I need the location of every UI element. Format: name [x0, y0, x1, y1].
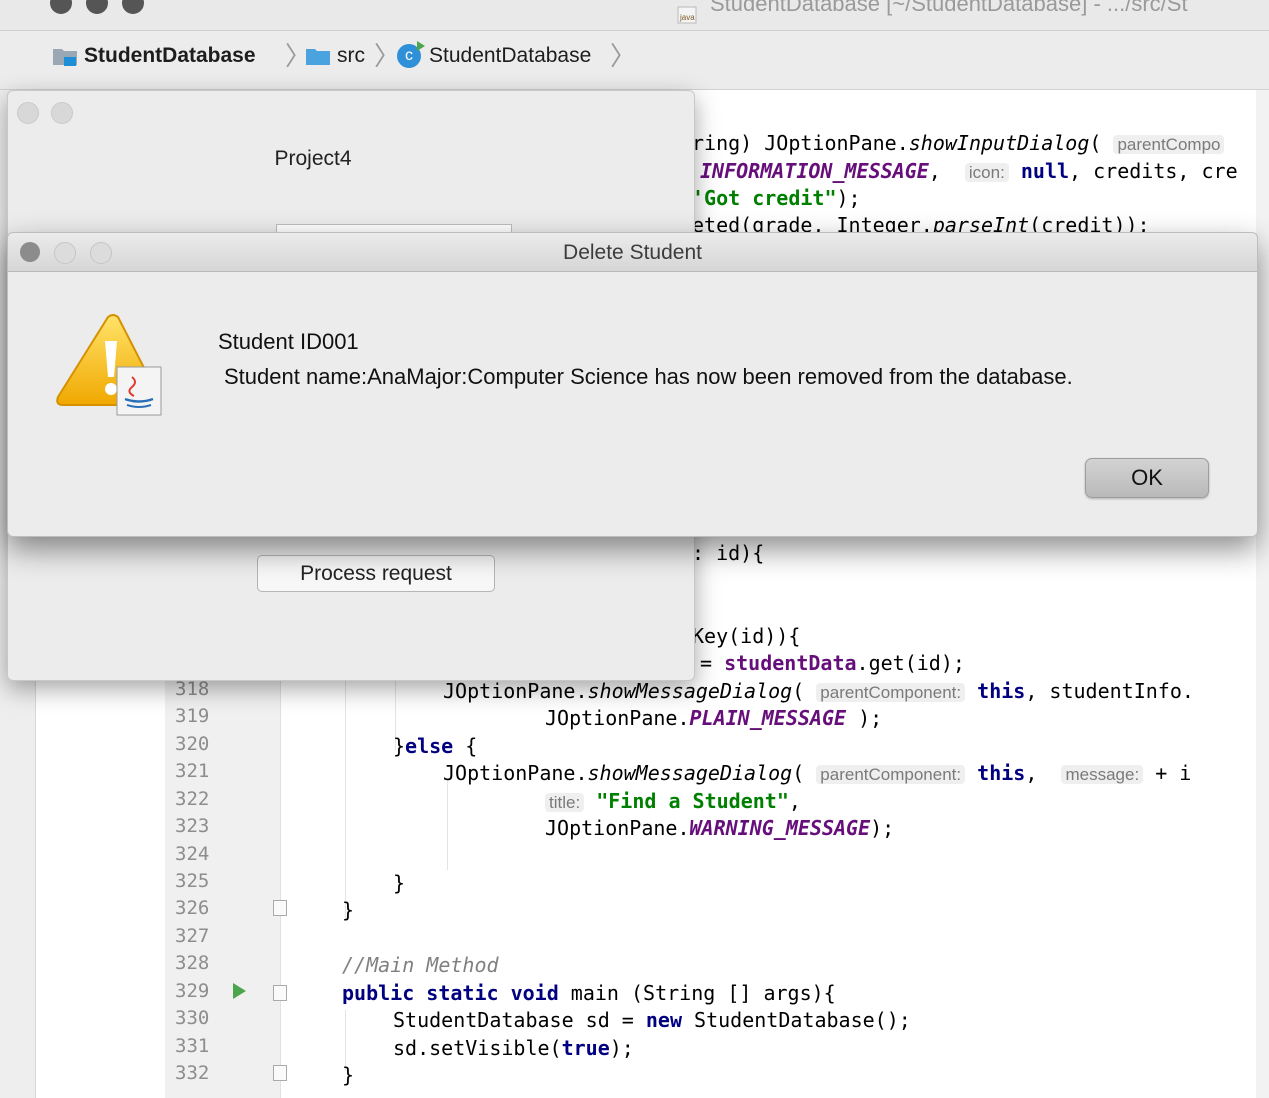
- breadcrumb-project-label: StudentDatabase: [84, 44, 256, 67]
- code-line-325[interactable]: }: [393, 870, 405, 897]
- code-line-329[interactable]: public static void main (String [] args)…: [342, 980, 836, 1007]
- line-number: 325: [175, 870, 210, 892]
- code-line-328[interactable]: //Main Method: [342, 952, 499, 979]
- line-number: 321: [175, 760, 210, 782]
- code-fragment: ring) JOptionPane.showInputDialog( paren…: [692, 130, 1225, 158]
- src-folder-icon: [305, 46, 331, 66]
- line-number: 332: [175, 1062, 210, 1084]
- code-line-326[interactable]: }: [342, 897, 354, 924]
- code-fragment: Key(id)){: [692, 624, 801, 648]
- code-fragment: 'Got credit");: [692, 186, 861, 210]
- line-number: 331: [175, 1035, 210, 1057]
- breadcrumb-src-label: src: [337, 44, 365, 67]
- close-window-button[interactable]: [50, 0, 72, 14]
- run-main-icon[interactable]: [233, 983, 246, 999]
- line-number: 324: [175, 843, 210, 865]
- class-icon-letter: c: [405, 47, 413, 64]
- project-folder-icon: [52, 46, 78, 66]
- code-line-331[interactable]: sd.setVisible(true);: [393, 1035, 634, 1062]
- window-title: StudentDatabase [~/StudentDatabase] - ..…: [710, 0, 1188, 16]
- ide-title-bar: java StudentDatabase [~/StudentDatabase]…: [0, 0, 1269, 31]
- breadcrumb-file[interactable]: c StudentDatabase: [397, 41, 591, 71]
- fold-end-icon[interactable]: [273, 1065, 287, 1081]
- line-number: 330: [175, 1007, 210, 1029]
- code-line-318[interactable]: JOptionPane.showMessageDialog( parentCom…: [443, 678, 1194, 706]
- code-line-323[interactable]: JOptionPane.WARNING_MESSAGE);: [545, 815, 894, 842]
- line-number: 318: [175, 678, 210, 700]
- indent-guide: [447, 780, 448, 870]
- code-line-320[interactable]: }else {: [393, 733, 477, 760]
- line-number: 326: [175, 897, 210, 919]
- dialog-message-line1: Student ID001: [218, 329, 359, 354]
- ok-button[interactable]: OK: [1085, 458, 1209, 498]
- project-window-title: Project4: [274, 147, 352, 170]
- chevron-right-icon: 〉: [610, 41, 637, 71]
- dialog-title: Delete Student: [563, 241, 702, 264]
- code-line-332[interactable]: }: [342, 1062, 354, 1089]
- code-fragment: = studentData.get(id);: [700, 651, 965, 675]
- close-window-button[interactable]: [17, 102, 39, 124]
- warning-icon: [56, 314, 162, 416]
- minimize-window-button[interactable]: [86, 0, 108, 14]
- svg-text:java: java: [679, 13, 695, 22]
- fold-start-icon[interactable]: [273, 985, 287, 1001]
- class-icon: c: [397, 41, 425, 68]
- fold-end-icon[interactable]: [273, 900, 287, 916]
- line-number: 329: [175, 980, 210, 1002]
- code-line-330[interactable]: StudentDatabase sd = new StudentDatabase…: [393, 1007, 911, 1034]
- code-line-321[interactable]: JOptionPane.showMessageDialog( parentCom…: [443, 760, 1191, 788]
- delete-student-dialog: Delete Student Student ID001 Student nam…: [7, 232, 1258, 537]
- line-number: 327: [175, 925, 210, 947]
- ide-window: java StudentDatabase [~/StudentDatabase]…: [0, 0, 1269, 1098]
- line-number: 319: [175, 705, 210, 727]
- breadcrumb-src[interactable]: src: [305, 41, 365, 71]
- dialog-title-bar: Delete Student: [8, 233, 1257, 272]
- dialog-message-line2: Student name:AnaMajor:Computer Science h…: [224, 364, 1073, 389]
- indent-guide: [345, 680, 346, 920]
- code-line-319[interactable]: JOptionPane.PLAIN_MESSAGE );: [545, 705, 882, 732]
- java-file-icon: java: [677, 6, 697, 24]
- process-request-button[interactable]: Process request: [257, 555, 495, 592]
- indent-guide: [345, 1010, 346, 1070]
- line-number: 320: [175, 733, 210, 755]
- line-number: 328: [175, 952, 210, 974]
- code-line-322[interactable]: title: "Find a Student",: [545, 788, 801, 816]
- line-number: 323: [175, 815, 210, 837]
- code-fragment: eted(grade, Integer.parseInt(credit));: [692, 213, 1150, 232]
- fullscreen-window-button[interactable]: [122, 0, 144, 14]
- breadcrumb-file-label: StudentDatabase: [429, 44, 592, 67]
- minimize-window-button[interactable]: [51, 102, 73, 124]
- code-fragment: : id){: [692, 541, 765, 565]
- line-number: 322: [175, 788, 210, 810]
- breadcrumb: StudentDatabase 〉 src 〉 c StudentDatabas…: [0, 31, 1269, 90]
- code-fragment: INFORMATION_MESSAGE, icon: null, credits…: [700, 159, 1238, 183]
- breadcrumb-project[interactable]: StudentDatabase: [52, 41, 256, 71]
